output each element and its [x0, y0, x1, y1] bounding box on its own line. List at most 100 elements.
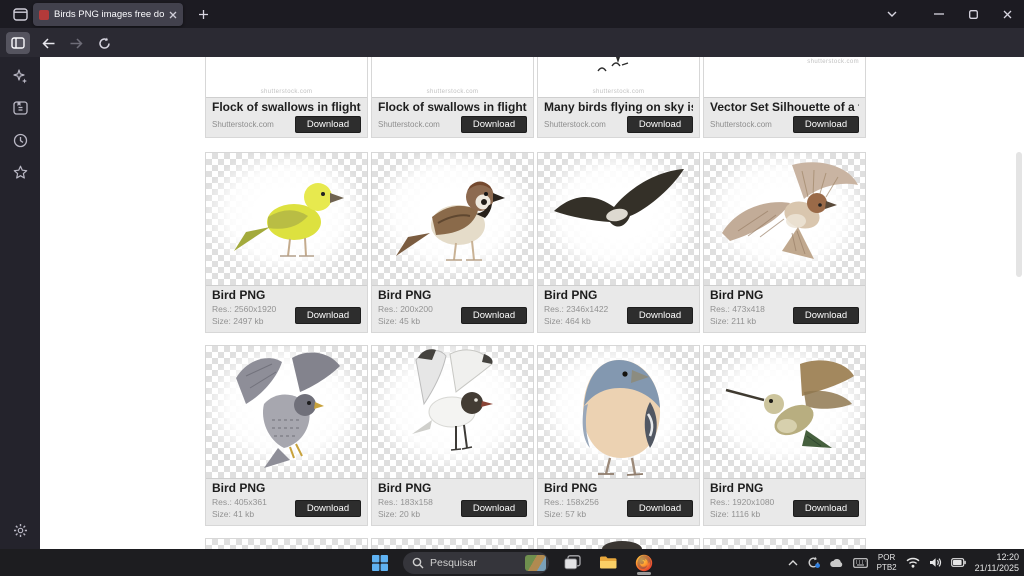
image-card[interactable]: [703, 538, 866, 549]
taskbar-search-box[interactable]: Pesquisar: [403, 552, 549, 574]
download-button[interactable]: Download: [461, 116, 527, 133]
tray-chevron-icon[interactable]: [788, 560, 798, 566]
bird-image[interactable]: [206, 153, 367, 285]
image-card[interactable]: [371, 538, 534, 549]
image-card[interactable]: [205, 538, 368, 549]
history-icon[interactable]: [9, 129, 31, 151]
card-resolution: Res.: 2346x1422: [544, 304, 608, 316]
download-button[interactable]: Download: [461, 307, 527, 324]
image-card[interactable]: Bird PNG Res.: 473x418 Size: 211 kb Down…: [703, 152, 866, 333]
sidebar-toggle-icon[interactable]: [6, 32, 30, 54]
battery-icon[interactable]: [951, 558, 966, 567]
tab-close-icon[interactable]: [169, 11, 177, 19]
volume-icon[interactable]: [929, 557, 942, 568]
taskbar-clock[interactable]: 12:20 21/11/2025: [975, 552, 1019, 574]
image-card[interactable]: Bird PNG Res.: 1920x1080 Size: 1116 kb D…: [703, 345, 866, 526]
firefox-sidebar: [0, 57, 40, 549]
bird-image[interactable]: [704, 153, 865, 285]
tab-title: Birds PNG images free downloa: [54, 9, 164, 20]
image-card[interactable]: shutterstock.com Flock of swallows in fl…: [205, 57, 368, 138]
page-scrollbar[interactable]: [1016, 152, 1022, 277]
download-button[interactable]: Download: [627, 116, 693, 133]
window-controls: [922, 0, 1024, 28]
download-button[interactable]: Download: [793, 116, 859, 133]
start-button[interactable]: [367, 551, 393, 575]
bird-image[interactable]: [372, 153, 533, 285]
reload-icon[interactable]: [92, 32, 116, 54]
search-highlight-image[interactable]: [525, 555, 546, 571]
language-indicator[interactable]: POR PTB2: [877, 553, 897, 571]
forward-icon[interactable]: [64, 32, 88, 54]
stock-photo-thumbnail[interactable]: shutterstock.com: [704, 57, 865, 97]
back-icon[interactable]: [36, 32, 60, 54]
bird-image[interactable]: [372, 346, 533, 478]
card-resolution: Res.: 473x418: [710, 304, 765, 316]
image-card[interactable]: Bird PNG Res.: 2560x1920 Size: 2497 kb D…: [205, 152, 368, 333]
image-card[interactable]: [537, 538, 700, 549]
wifi-icon[interactable]: [906, 557, 920, 568]
file-explorer-button[interactable]: [595, 551, 621, 575]
card-resolution: Res.: 183x158: [378, 497, 433, 509]
download-button[interactable]: Download: [793, 500, 859, 517]
tray-date: 21/11/2025: [975, 563, 1019, 574]
image-card[interactable]: Bird PNG Res.: 200x200 Size: 45 kb Downl…: [371, 152, 534, 333]
card-resolution: Res.: 200x200: [378, 304, 433, 316]
system-tray: POR PTB2 12:20 21/11/2025: [788, 549, 1019, 576]
bird-image[interactable]: [704, 346, 865, 478]
browser-tab[interactable]: Birds PNG images free downloa: [33, 3, 183, 26]
card-row-top: shutterstock.com Flock of swallows in fl…: [205, 57, 866, 138]
card-source: Shutterstock.com: [212, 120, 274, 129]
browser-toolbar: pngimg.com/images/animals/birds: [0, 28, 1024, 57]
card-resolution: Res.: 158x256: [544, 497, 599, 509]
stock-photo-thumbnail[interactable]: shutterstock.com: [538, 57, 699, 97]
new-tab-button[interactable]: [192, 4, 214, 24]
settings-gear-icon[interactable]: [9, 519, 31, 541]
image-card[interactable]: Bird PNG Res.: 405x361 Size: 41 kb Downl…: [205, 345, 368, 526]
image-card[interactable]: shutterstock.com Many birds flying on sk…: [537, 57, 700, 138]
touch-keyboard-icon[interactable]: [853, 558, 868, 568]
ai-chatbot-icon[interactable]: [9, 65, 31, 87]
download-button[interactable]: Download: [295, 500, 361, 517]
onedrive-cloud-icon[interactable]: [829, 558, 844, 568]
firefox-button[interactable]: [631, 551, 657, 575]
maximize-button[interactable]: [956, 0, 990, 28]
card-title: Bird PNG: [544, 288, 693, 303]
image-card[interactable]: shutterstock.com Vector Set Silhouette o…: [703, 57, 866, 138]
stock-photo-thumbnail[interactable]: shutterstock.com: [372, 57, 533, 97]
list-tabs-chevron-icon[interactable]: [878, 0, 906, 28]
bird-image[interactable]: [206, 346, 367, 478]
bird-image[interactable]: [538, 346, 699, 478]
image-card[interactable]: Bird PNG Res.: 183x158 Size: 20 kb Downl…: [371, 345, 534, 526]
close-button[interactable]: [990, 0, 1024, 28]
card-size: Size: 45 kb: [378, 316, 433, 328]
download-button[interactable]: Download: [627, 500, 693, 517]
watermark-text: shutterstock.com: [372, 89, 533, 95]
card-title: Bird PNG: [212, 288, 361, 303]
bird-image: [538, 539, 700, 549]
firefox-view-icon[interactable]: [8, 4, 32, 24]
download-button[interactable]: Download: [627, 307, 693, 324]
sync-icon[interactable]: [807, 556, 820, 569]
bookmarks-icon[interactable]: [9, 97, 31, 119]
starred-icon[interactable]: [9, 161, 31, 183]
card-size: Size: 1116 kb: [710, 509, 774, 521]
minimize-button[interactable]: [922, 0, 956, 28]
search-placeholder: Pesquisar: [430, 557, 519, 569]
image-card[interactable]: Bird PNG Res.: 158x256 Size: 57 kb Downl…: [537, 345, 700, 526]
task-view-button[interactable]: [559, 551, 585, 575]
card-size: Size: 2497 kb: [212, 316, 276, 328]
card-title: Bird PNG: [544, 481, 693, 496]
card-row-middle: Bird PNG Res.: 2560x1920 Size: 2497 kb D…: [205, 152, 866, 333]
watermark-text: shutterstock.com: [538, 89, 699, 95]
card-title: Flock of swallows in flight,...: [378, 100, 527, 115]
image-card[interactable]: shutterstock.com Flock of swallows in fl…: [371, 57, 534, 138]
image-card[interactable]: Bird PNG Res.: 2346x1422 Size: 464 kb Do…: [537, 152, 700, 333]
download-button[interactable]: Download: [793, 307, 859, 324]
download-button[interactable]: Download: [295, 116, 361, 133]
bird-image[interactable]: [538, 153, 699, 285]
download-button[interactable]: Download: [295, 307, 361, 324]
card-title: Bird PNG: [710, 288, 859, 303]
download-button[interactable]: Download: [461, 500, 527, 517]
stock-photo-thumbnail[interactable]: shutterstock.com: [206, 57, 367, 97]
card-title: Many birds flying on sky iso...: [544, 100, 693, 115]
